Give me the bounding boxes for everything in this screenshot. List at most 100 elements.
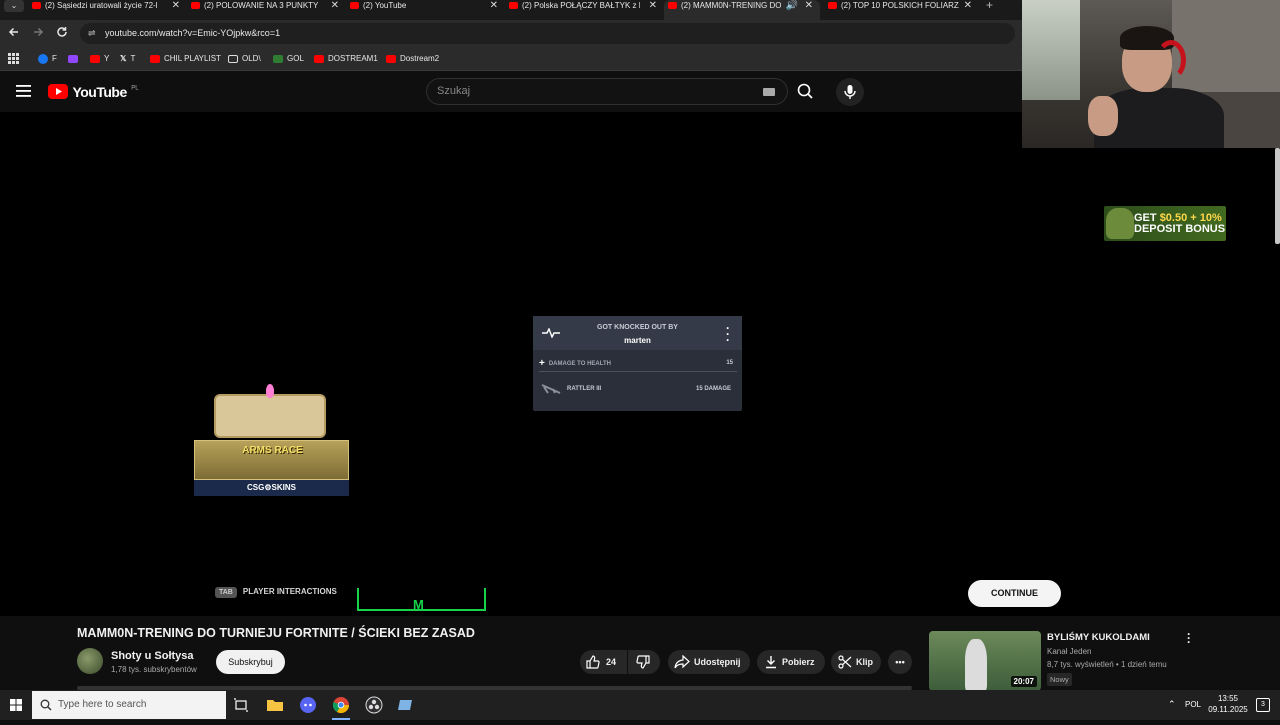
browser-tab[interactable]: (2) YouTube ✕ [350, 0, 498, 20]
close-tab-icon[interactable]: ✕ [964, 0, 972, 11]
channel-name[interactable]: Shoty u Sołtysa [111, 650, 194, 662]
app-window-icon[interactable] [397, 696, 415, 714]
browser-tab-active[interactable]: (2) MAMM0N-TRENING DO 🔊 ✕ [664, 0, 820, 20]
chevron-up-icon[interactable]: ⌃ [1168, 699, 1176, 710]
more-horizontal-icon: ••• [895, 657, 905, 667]
reload-button[interactable] [53, 25, 71, 43]
youtube-favicon-icon [350, 2, 359, 10]
chrome-app-icon[interactable] [332, 696, 350, 720]
search-icon [40, 699, 52, 711]
bookmark-youtube[interactable]: Y [90, 53, 109, 64]
subscribe-button[interactable]: Subskrybuj [216, 650, 285, 674]
deposit-bonus-banner[interactable]: GET $0.50 + 10% DEPOSIT BONUS [1104, 206, 1226, 241]
more-vertical-icon[interactable]: · · · [1187, 628, 1191, 648]
hamburger-menu-icon[interactable] [16, 84, 32, 103]
windows-taskbar: Type here to search ⌃ POL 13:55 09.11.20… [0, 690, 1280, 720]
close-tab-icon[interactable]: ✕ [172, 0, 180, 11]
damage-row: + DAMAGE TO HEALTH 15 [539, 358, 737, 372]
headphones-icon [1156, 40, 1186, 80]
close-tab-icon[interactable]: ✕ [490, 0, 498, 11]
youtube-favicon-icon [828, 2, 837, 10]
system-clock[interactable]: 13:55 09.11.2025 [1208, 693, 1248, 715]
browser-tab-bar: ⌄ (2) Sąsiedzi uratowali życie 72-l ✕ (2… [0, 0, 1022, 20]
parchment-banner [214, 394, 326, 438]
recommended-video-title[interactable]: BYLIŚMY KUKOLDAMI [1047, 632, 1150, 643]
youtube-play-icon [48, 84, 68, 100]
youtube-favicon-icon [32, 2, 41, 10]
bookmark-gol[interactable]: GOL [273, 53, 304, 64]
file-explorer-icon[interactable] [266, 696, 284, 714]
recommended-video-channel[interactable]: Kanał Jeden [1047, 647, 1091, 656]
promo-line-2: DEPOSIT BONUS [1134, 223, 1226, 235]
close-tab-icon[interactable]: ✕ [805, 0, 813, 11]
video-info-section: MAMM0N-TRENING DO TURNIEJU FORTNITE / ŚC… [0, 616, 1280, 691]
discord-app-icon[interactable] [299, 696, 317, 714]
thumbs-down-icon [636, 655, 650, 669]
bookmark-folder-old[interactable]: OLD\ [228, 53, 261, 64]
clip-button[interactable]: Klip [831, 650, 881, 674]
page-scrollbar[interactable] [1275, 148, 1280, 244]
webcam-person-hand [1088, 96, 1118, 136]
back-button[interactable] [5, 25, 23, 43]
site-info-icon[interactable]: ⇌ [88, 23, 96, 44]
continue-button[interactable]: CONTINUE [968, 580, 1061, 607]
rifle-icon [541, 384, 561, 394]
browser-tab[interactable]: (2) TOP 10 POLSKICH FOLIARZY ✕ [828, 0, 972, 20]
video-title: MAMM0N-TRENING DO TURNIEJU FORTNITE / ŚC… [77, 626, 475, 640]
youtube-favicon-icon [509, 2, 518, 10]
youtube-masthead: YouTube PL Szukaj [0, 72, 1022, 112]
tab-search-button[interactable]: ⌄ [4, 0, 24, 12]
reload-icon [57, 27, 67, 37]
thumbs-up-icon [586, 655, 600, 669]
channel-avatar[interactable] [77, 648, 103, 674]
more-actions-button[interactable]: ••• [888, 650, 912, 674]
bookmark-twitch[interactable] [68, 53, 82, 64]
youtube-logo[interactable]: YouTube PL [48, 83, 139, 101]
close-tab-icon[interactable]: ✕ [331, 0, 339, 11]
search-button[interactable] [790, 78, 820, 105]
dislike-button[interactable] [628, 650, 660, 674]
share-icon [674, 655, 690, 669]
knocked-out-title: GOT KNOCKED OUT BY [597, 324, 678, 331]
youtube-icon [150, 54, 160, 63]
download-button[interactable]: Pobierz [757, 650, 825, 674]
facebook-icon [38, 53, 48, 64]
input-language[interactable]: POL [1185, 700, 1201, 709]
share-button[interactable]: Udostępnij [668, 650, 750, 674]
browser-tab[interactable]: (2) Sąsiedzi uratowali życie 72-l ✕ [32, 0, 180, 20]
arms-race-ad-sign: ARMS RACE CSG⚙SKINS [194, 382, 349, 498]
bookmark-x[interactable]: 𝕏T [120, 53, 135, 64]
keyboard-icon[interactable] [763, 88, 775, 96]
voice-search-button[interactable] [836, 78, 864, 106]
like-button[interactable]: 24 [580, 650, 627, 674]
browser-tab[interactable]: (2) POLOWANIE NA 3 PUNKTY ✕ [191, 0, 339, 20]
forward-button[interactable] [29, 25, 47, 43]
start-button[interactable] [0, 690, 32, 720]
obs-app-icon[interactable] [365, 696, 383, 714]
bookmark-dostream2[interactable]: Dostream2 [386, 53, 439, 64]
channel-subscribers: 1,78 tys. subskrybentów [111, 665, 197, 674]
bookmark-chil-playlist[interactable]: CHIL PLAYLIST [150, 53, 221, 64]
tab-key-icon: TAB [215, 587, 237, 598]
task-view-icon[interactable] [232, 696, 250, 714]
recommended-video-thumbnail[interactable]: 20:07 [929, 631, 1041, 691]
close-tab-icon[interactable]: ✕ [649, 0, 657, 11]
new-tab-button[interactable]: + [986, 0, 993, 12]
bookmark-facebook[interactable]: F [38, 53, 57, 64]
youtube-favicon-icon [191, 2, 200, 10]
youtube-icon [90, 54, 100, 63]
twitch-icon [68, 54, 78, 63]
search-icon [797, 83, 813, 99]
search-input[interactable]: Szukaj [426, 78, 788, 105]
url-input[interactable]: ⇌ youtube.com/watch?v=Emic-YOjpkw&rco=1 [80, 23, 1015, 44]
taskbar-search-input[interactable]: Type here to search [32, 691, 226, 719]
apps-grid-icon[interactable] [8, 53, 19, 67]
browser-tab[interactable]: (2) Polska POŁĄCZY BAŁTYK z M ✕ [509, 0, 657, 20]
more-options-icon: · · · [726, 321, 730, 347]
bookmark-dostream1[interactable]: DOSTREAM1 [314, 53, 378, 64]
speaker-icon[interactable]: 🔊 [786, 0, 798, 11]
notification-center-icon[interactable]: 3 [1256, 698, 1270, 712]
bookmarks-bar: F Y 𝕏T CHIL PLAYLIST OLD\ GOL DOSTREAM1 … [0, 47, 1022, 71]
microphone-icon [844, 85, 856, 99]
plus-icon: + [539, 358, 545, 369]
